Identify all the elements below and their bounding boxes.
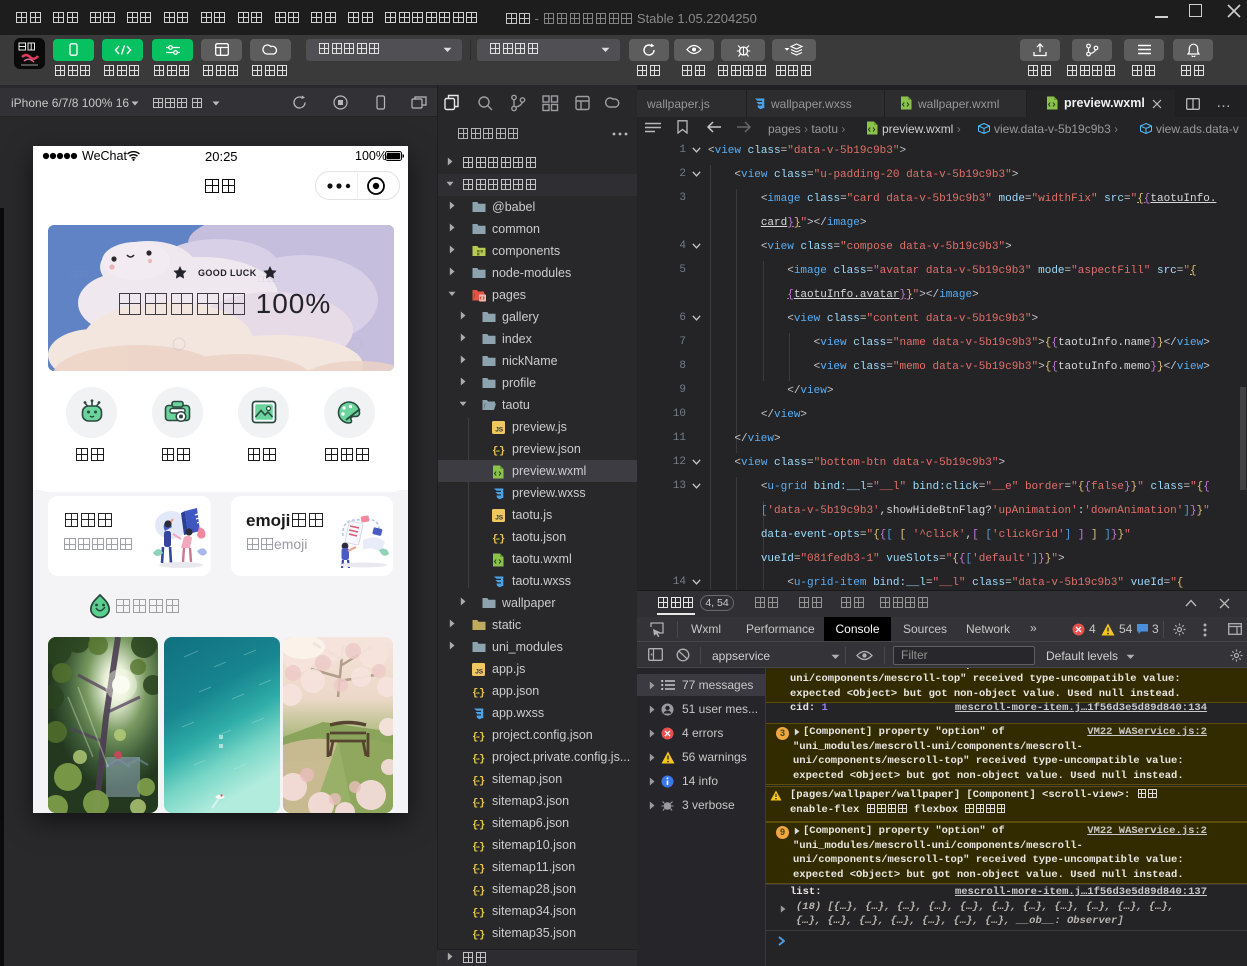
svg-text:}: } (479, 842, 485, 853)
svg-text:}: } (479, 820, 485, 831)
svg-text:}: } (479, 798, 485, 809)
svg-text:}: } (479, 864, 485, 875)
svg-text:}: } (479, 930, 485, 941)
svg-text:}: } (479, 688, 485, 699)
svg-text:}: } (479, 754, 485, 765)
svg-text:}: } (479, 908, 485, 919)
svg-text:}: } (499, 446, 505, 457)
svg-text:□□□□: □□□□ (70, 269, 92, 279)
svg-text:}: } (499, 534, 505, 545)
svg-text:JS: JS (495, 515, 504, 522)
svg-text:}: } (479, 886, 485, 897)
svg-text:JS: JS (475, 669, 484, 676)
svg-text:JS: JS (495, 427, 504, 434)
svg-text:}: } (479, 776, 485, 787)
svg-text:GOOD LUCK: GOOD LUCK (198, 268, 257, 278)
svg-text:}: } (479, 732, 485, 743)
